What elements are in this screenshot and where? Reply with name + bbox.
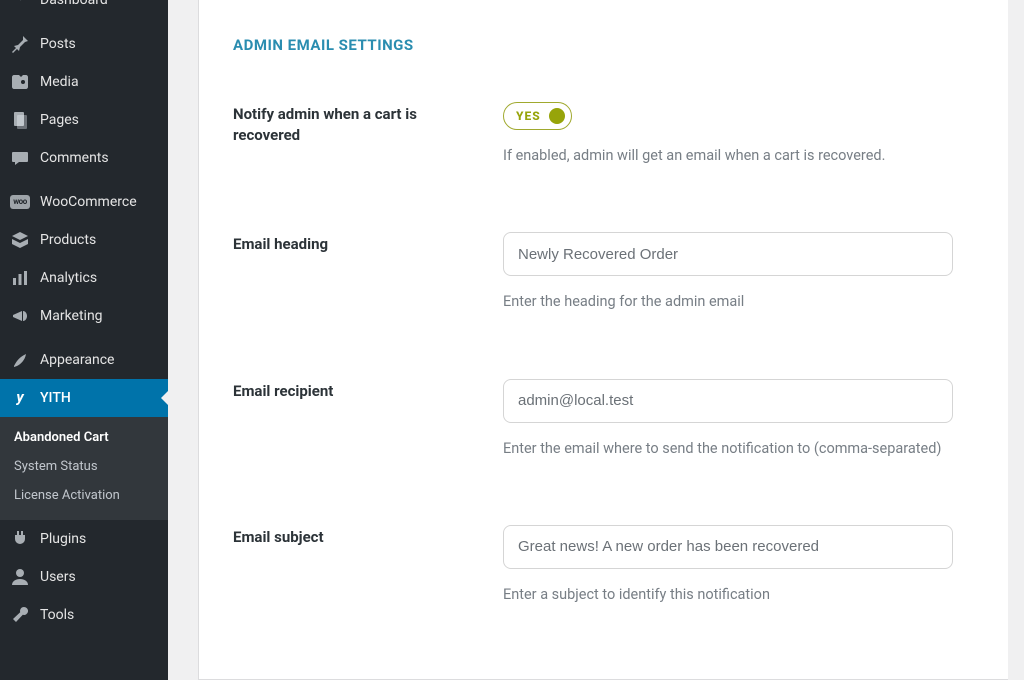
pages-icon <box>10 110 30 130</box>
submenu-item-license-activation[interactable]: License Activation <box>0 481 168 510</box>
sidebar-item-plugins[interactable]: Plugins <box>0 520 168 558</box>
sidebar-item-label: WooCommerce <box>40 193 160 211</box>
sidebar-item-label: Users <box>40 568 160 586</box>
pin-icon <box>10 34 30 54</box>
plugins-icon <box>10 529 30 549</box>
sidebar-item-label: Comments <box>40 149 160 167</box>
sidebar-item-woocommerce[interactable]: woo WooCommerce <box>0 183 168 221</box>
users-icon <box>10 567 30 587</box>
sidebar-item-users[interactable]: Users <box>0 558 168 596</box>
sidebar-item-dashboard[interactable]: Dashboard <box>0 0 168 19</box>
submenu-item-label: System Status <box>14 459 98 474</box>
sidebar-item-label: Tools <box>40 606 160 624</box>
sidebar-item-label: Dashboard <box>40 0 160 9</box>
woo-icon: woo <box>10 192 30 212</box>
field-label: Email recipient <box>233 379 483 402</box>
toggle-knob <box>549 108 565 124</box>
sidebar-item-label: Analytics <box>40 269 160 287</box>
field-description: Enter the heading for the admin email <box>503 292 973 312</box>
sidebar-item-label: Pages <box>40 111 160 129</box>
settings-panel: ADMIN EMAIL SETTINGS Notify admin when a… <box>198 0 1008 680</box>
sidebar-submenu-yith: Abandoned Cart System Status License Act… <box>0 417 168 520</box>
sidebar-item-pages[interactable]: Pages <box>0 101 168 139</box>
toggle-state-label: YES <box>516 109 541 123</box>
comments-icon <box>10 148 30 168</box>
field-description: Enter a subject to identify this notific… <box>503 585 973 605</box>
sidebar-item-label: Plugins <box>40 530 160 548</box>
tools-icon <box>10 605 30 625</box>
field-email-subject: Email subject Enter a subject to identif… <box>233 525 974 605</box>
dashboard-icon <box>10 0 30 10</box>
sidebar-item-label: Media <box>40 73 160 91</box>
sidebar-item-yith[interactable]: y YITH <box>0 379 168 417</box>
sidebar-item-label: Products <box>40 231 160 249</box>
field-notify-admin: Notify admin when a cart is recovered YE… <box>233 102 974 166</box>
sidebar-item-label: Posts <box>40 35 160 53</box>
admin-sidebar: Dashboard Posts Media Pages Commen <box>0 0 168 680</box>
field-description: Enter the email where to send the notifi… <box>503 439 973 459</box>
field-email-recipient: Email recipient Enter the email where to… <box>233 379 974 459</box>
submenu-item-label: Abandoned Cart <box>14 430 109 445</box>
media-icon <box>10 72 30 92</box>
notify-admin-toggle[interactable]: YES <box>503 102 572 130</box>
email-heading-input[interactable] <box>503 232 953 276</box>
appearance-icon <box>10 350 30 370</box>
sidebar-item-label: YITH <box>40 389 160 407</box>
submenu-item-system-status[interactable]: System Status <box>0 452 168 481</box>
analytics-icon <box>10 268 30 288</box>
sidebar-item-label: Appearance <box>40 351 160 369</box>
sidebar-item-appearance[interactable]: Appearance <box>0 341 168 379</box>
sidebar-item-tools[interactable]: Tools <box>0 596 168 634</box>
submenu-item-label: License Activation <box>14 488 120 503</box>
sidebar-item-posts[interactable]: Posts <box>0 25 168 63</box>
products-icon <box>10 230 30 250</box>
field-label: Email subject <box>233 525 483 548</box>
sidebar-item-label: Marketing <box>40 307 160 325</box>
field-label: Email heading <box>233 232 483 255</box>
email-recipient-input[interactable] <box>503 379 953 423</box>
yith-icon: y <box>10 388 30 408</box>
sidebar-item-products[interactable]: Products <box>0 221 168 259</box>
field-label: Notify admin when a cart is recovered <box>233 102 483 146</box>
content-area: ADMIN EMAIL SETTINGS Notify admin when a… <box>168 0 1024 680</box>
sidebar-item-media[interactable]: Media <box>0 63 168 101</box>
marketing-icon <box>10 306 30 326</box>
email-subject-input[interactable] <box>503 525 953 569</box>
sidebar-item-marketing[interactable]: Marketing <box>0 297 168 335</box>
submenu-item-abandoned-cart[interactable]: Abandoned Cart <box>0 423 168 452</box>
sidebar-item-analytics[interactable]: Analytics <box>0 259 168 297</box>
field-email-heading: Email heading Enter the heading for the … <box>233 232 974 312</box>
field-description: If enabled, admin will get an email when… <box>503 146 973 166</box>
sidebar-item-comments[interactable]: Comments <box>0 139 168 177</box>
section-title: ADMIN EMAIL SETTINGS <box>233 36 974 54</box>
